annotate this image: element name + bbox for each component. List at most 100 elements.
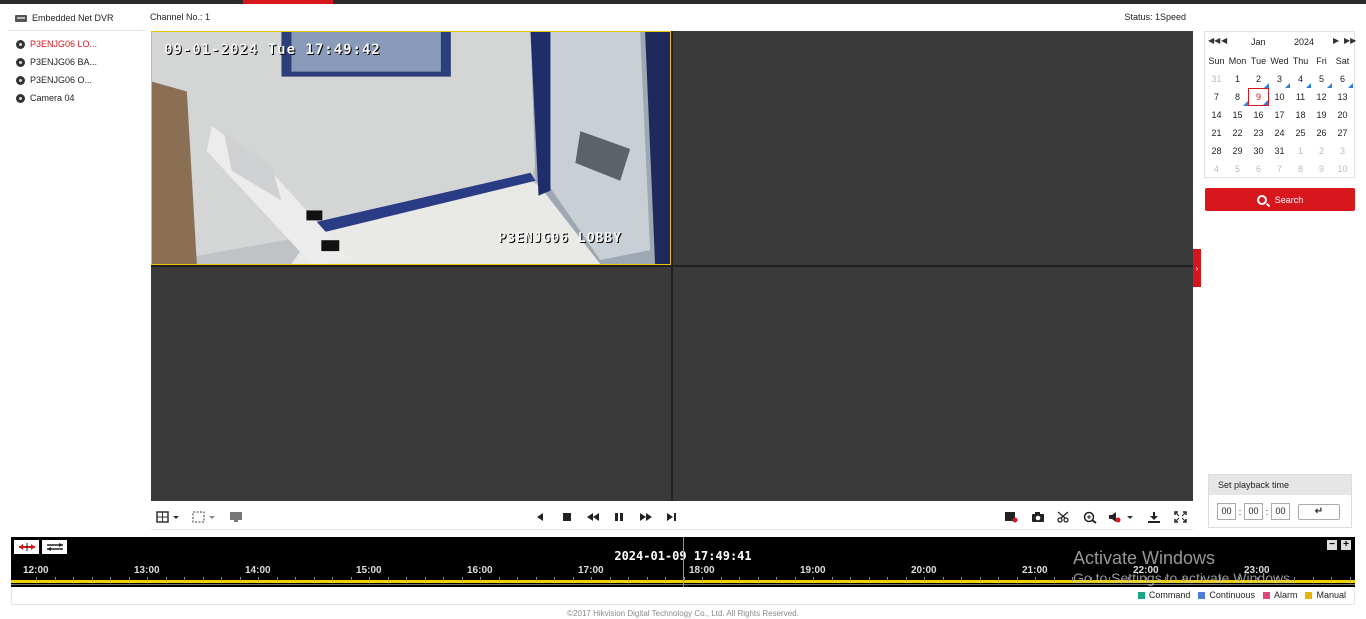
calendar-day[interactable]: 1: [1227, 70, 1248, 88]
search-button[interactable]: Search: [1205, 188, 1355, 211]
weekday-header: Wed: [1270, 56, 1289, 66]
video-window-4[interactable]: [673, 267, 1193, 501]
channel-item-2[interactable]: P3ENJG06 BA...: [8, 53, 146, 71]
legend-swatch: [1137, 591, 1145, 599]
calendar-day[interactable]: 31: [1269, 142, 1290, 160]
calendar-day[interactable]: 5: [1227, 160, 1248, 178]
fast-forward-button[interactable]: [638, 510, 654, 524]
next-month-icon[interactable]: ▶: [1333, 36, 1339, 45]
timeline-minor-tick: [535, 577, 537, 581]
timeline-minor-tick: [757, 577, 759, 581]
calendar-day[interactable]: 9: [1311, 160, 1332, 178]
calendar-day[interactable]: 8: [1290, 160, 1311, 178]
camera-icon: [16, 57, 25, 67]
channel-item-3[interactable]: P3ENJG06 O...: [8, 71, 146, 89]
calendar-day[interactable]: 11: [1290, 88, 1311, 106]
prev-month-icon[interactable]: ◀: [1221, 36, 1227, 45]
channel-list-panel: Embedded Net DVR P3ENJG06 LO... P3ENJG06…: [8, 8, 146, 528]
second-input[interactable]: 00: [1271, 503, 1290, 520]
video-window-3[interactable]: [151, 267, 671, 501]
timeline-minor-tick: [1312, 577, 1314, 581]
digital-zoom-button[interactable]: [1082, 510, 1098, 524]
audio-button[interactable]: [1108, 510, 1134, 524]
slow-forward-button[interactable]: [585, 510, 601, 524]
calendar-day[interactable]: 7: [1206, 88, 1227, 106]
calendar-day[interactable]: 17: [1269, 106, 1290, 124]
playback-time-title: Set playback time: [1209, 475, 1351, 495]
calendar-day[interactable]: 5: [1311, 70, 1332, 88]
stop-button[interactable]: [560, 510, 574, 524]
window-layout-button[interactable]: [156, 510, 182, 524]
calendar-day[interactable]: 2: [1311, 142, 1332, 160]
window-split-button[interactable]: [192, 510, 218, 524]
timeline-minor-tick: [813, 577, 814, 581]
download-button[interactable]: [1146, 510, 1162, 524]
calendar-day[interactable]: 16: [1248, 106, 1269, 124]
channel-item-1[interactable]: P3ENJG06 LO...: [8, 35, 146, 53]
calendar-day[interactable]: 4: [1206, 160, 1227, 178]
calendar-day[interactable]: 27: [1332, 124, 1353, 142]
active-nav-tab[interactable]: [243, 0, 333, 4]
calendar-day[interactable]: 24: [1269, 124, 1290, 142]
zoom-in-icon[interactable]: +: [1341, 540, 1351, 550]
stop-all-button[interactable]: [229, 510, 243, 524]
timeline-tick-label: 12:00: [23, 565, 49, 576]
calendar-day[interactable]: 19: [1311, 106, 1332, 124]
calendar-day[interactable]: 6: [1332, 70, 1353, 88]
device-row[interactable]: Embedded Net DVR: [8, 8, 146, 28]
calendar-day[interactable]: 10: [1269, 88, 1290, 106]
reverse-play-button[interactable]: [533, 510, 547, 524]
minute-input[interactable]: 00: [1244, 503, 1263, 520]
calendar-day[interactable]: 3: [1332, 142, 1353, 160]
calendar-day[interactable]: 4: [1290, 70, 1311, 88]
clip-button[interactable]: [1056, 510, 1072, 524]
calendar-day[interactable]: 12: [1311, 88, 1332, 106]
zoom-out-icon[interactable]: −: [1327, 540, 1337, 550]
fullscreen-icon: [1173, 511, 1187, 523]
calendar-day[interactable]: 31: [1206, 70, 1227, 88]
calendar-day[interactable]: 1: [1290, 142, 1311, 160]
timeline-minor-tick: [683, 577, 685, 581]
video-window-1[interactable]: 09-01-2024 Tue 17:49:42 P3ENJG06 LOBBY: [151, 31, 671, 265]
calendar-day[interactable]: 15: [1227, 106, 1248, 124]
timeline-minor-tick: [313, 577, 315, 581]
prev-year-icon[interactable]: ◀◀: [1208, 36, 1220, 45]
calendar-day[interactable]: 14: [1206, 106, 1227, 124]
hour-input[interactable]: 00: [1217, 503, 1236, 520]
calendar-day[interactable]: 2: [1248, 70, 1269, 88]
record-clip-button[interactable]: [1003, 510, 1019, 524]
calendar-day[interactable]: 3: [1269, 70, 1290, 88]
calendar-day[interactable]: 6: [1248, 160, 1269, 178]
capture-button[interactable]: [1030, 510, 1046, 524]
camera-feed-image: [152, 32, 670, 264]
calendar-day[interactable]: 29: [1227, 142, 1248, 160]
calendar-day[interactable]: 23: [1248, 124, 1269, 142]
calendar-day[interactable]: 10: [1332, 160, 1353, 178]
go-to-time-button[interactable]: ↵: [1298, 503, 1340, 520]
calendar-day[interactable]: 20: [1332, 106, 1353, 124]
timeline-minor-tick: [665, 577, 666, 581]
collapse-panel-tab[interactable]: ›: [1193, 249, 1201, 287]
timeline-minor-tick: [942, 577, 944, 581]
calendar-day[interactable]: 26: [1311, 124, 1332, 142]
calendar-day[interactable]: 13: [1332, 88, 1353, 106]
calendar-day[interactable]: 22: [1227, 124, 1248, 142]
calendar-day-selected[interactable]: 9: [1248, 88, 1269, 106]
calendar-day[interactable]: 21: [1206, 124, 1227, 142]
next-year-icon[interactable]: ▶▶: [1344, 36, 1356, 45]
calendar-day[interactable]: 7: [1269, 160, 1290, 178]
channel-item-4[interactable]: Camera 04: [8, 89, 146, 107]
calendar-day[interactable]: 30: [1248, 142, 1269, 160]
zoom-in-icon: [1083, 511, 1097, 524]
single-frame-button[interactable]: [665, 510, 679, 524]
pause-button[interactable]: [612, 510, 626, 524]
calendar-day[interactable]: 28: [1206, 142, 1227, 160]
video-window-2[interactable]: [673, 31, 1193, 265]
timeline-minor-tick: [702, 577, 703, 581]
calendar-day[interactable]: 18: [1290, 106, 1311, 124]
timeline-tick-label: 21:00: [1022, 565, 1048, 576]
legend-label: Alarm: [1273, 590, 1298, 600]
fullscreen-button[interactable]: [1172, 510, 1188, 524]
calendar-day[interactable]: 25: [1290, 124, 1311, 142]
calendar-day[interactable]: 8: [1227, 88, 1248, 106]
